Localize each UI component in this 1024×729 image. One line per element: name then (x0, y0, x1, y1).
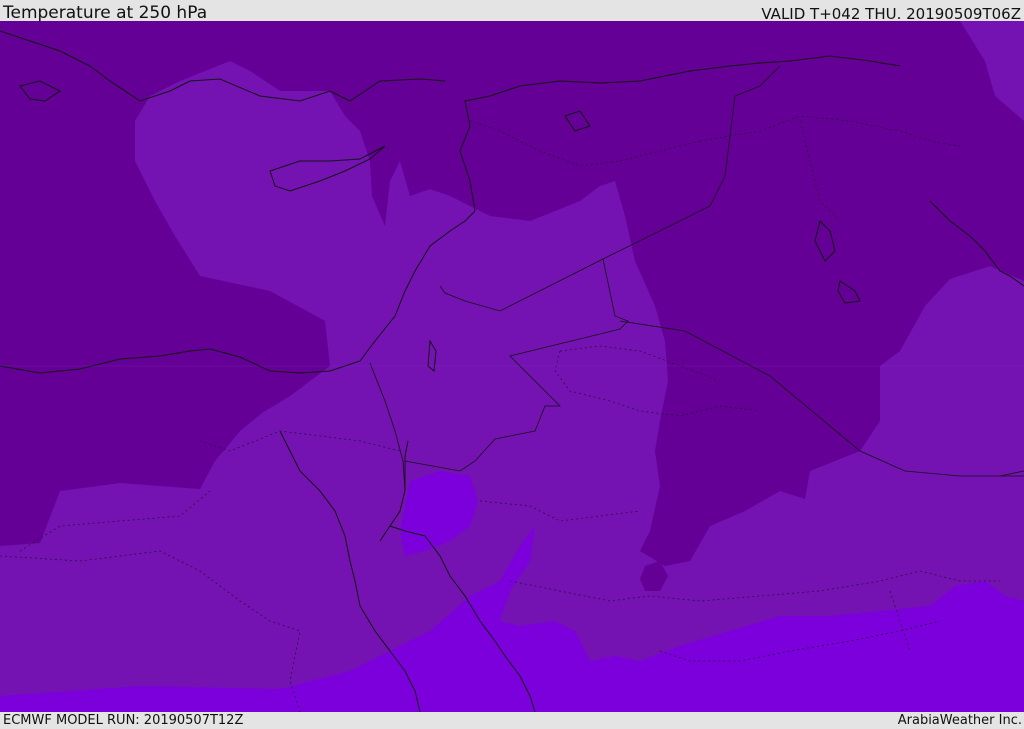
credit-label: ArabiaWeather Inc. (897, 713, 1022, 728)
map-canvas (0, 21, 1024, 712)
forecast-map[interactable] (0, 21, 1024, 712)
header-bar: Temperature at 250 hPa VALID T+042 THU. … (0, 0, 1024, 23)
map-title: Temperature at 250 hPa (3, 3, 208, 23)
footer-bar: ECMWF MODEL RUN: 20190507T12Z ArabiaWeat… (0, 712, 1024, 729)
model-run-label: ECMWF MODEL RUN: 20190507T12Z (3, 713, 244, 728)
